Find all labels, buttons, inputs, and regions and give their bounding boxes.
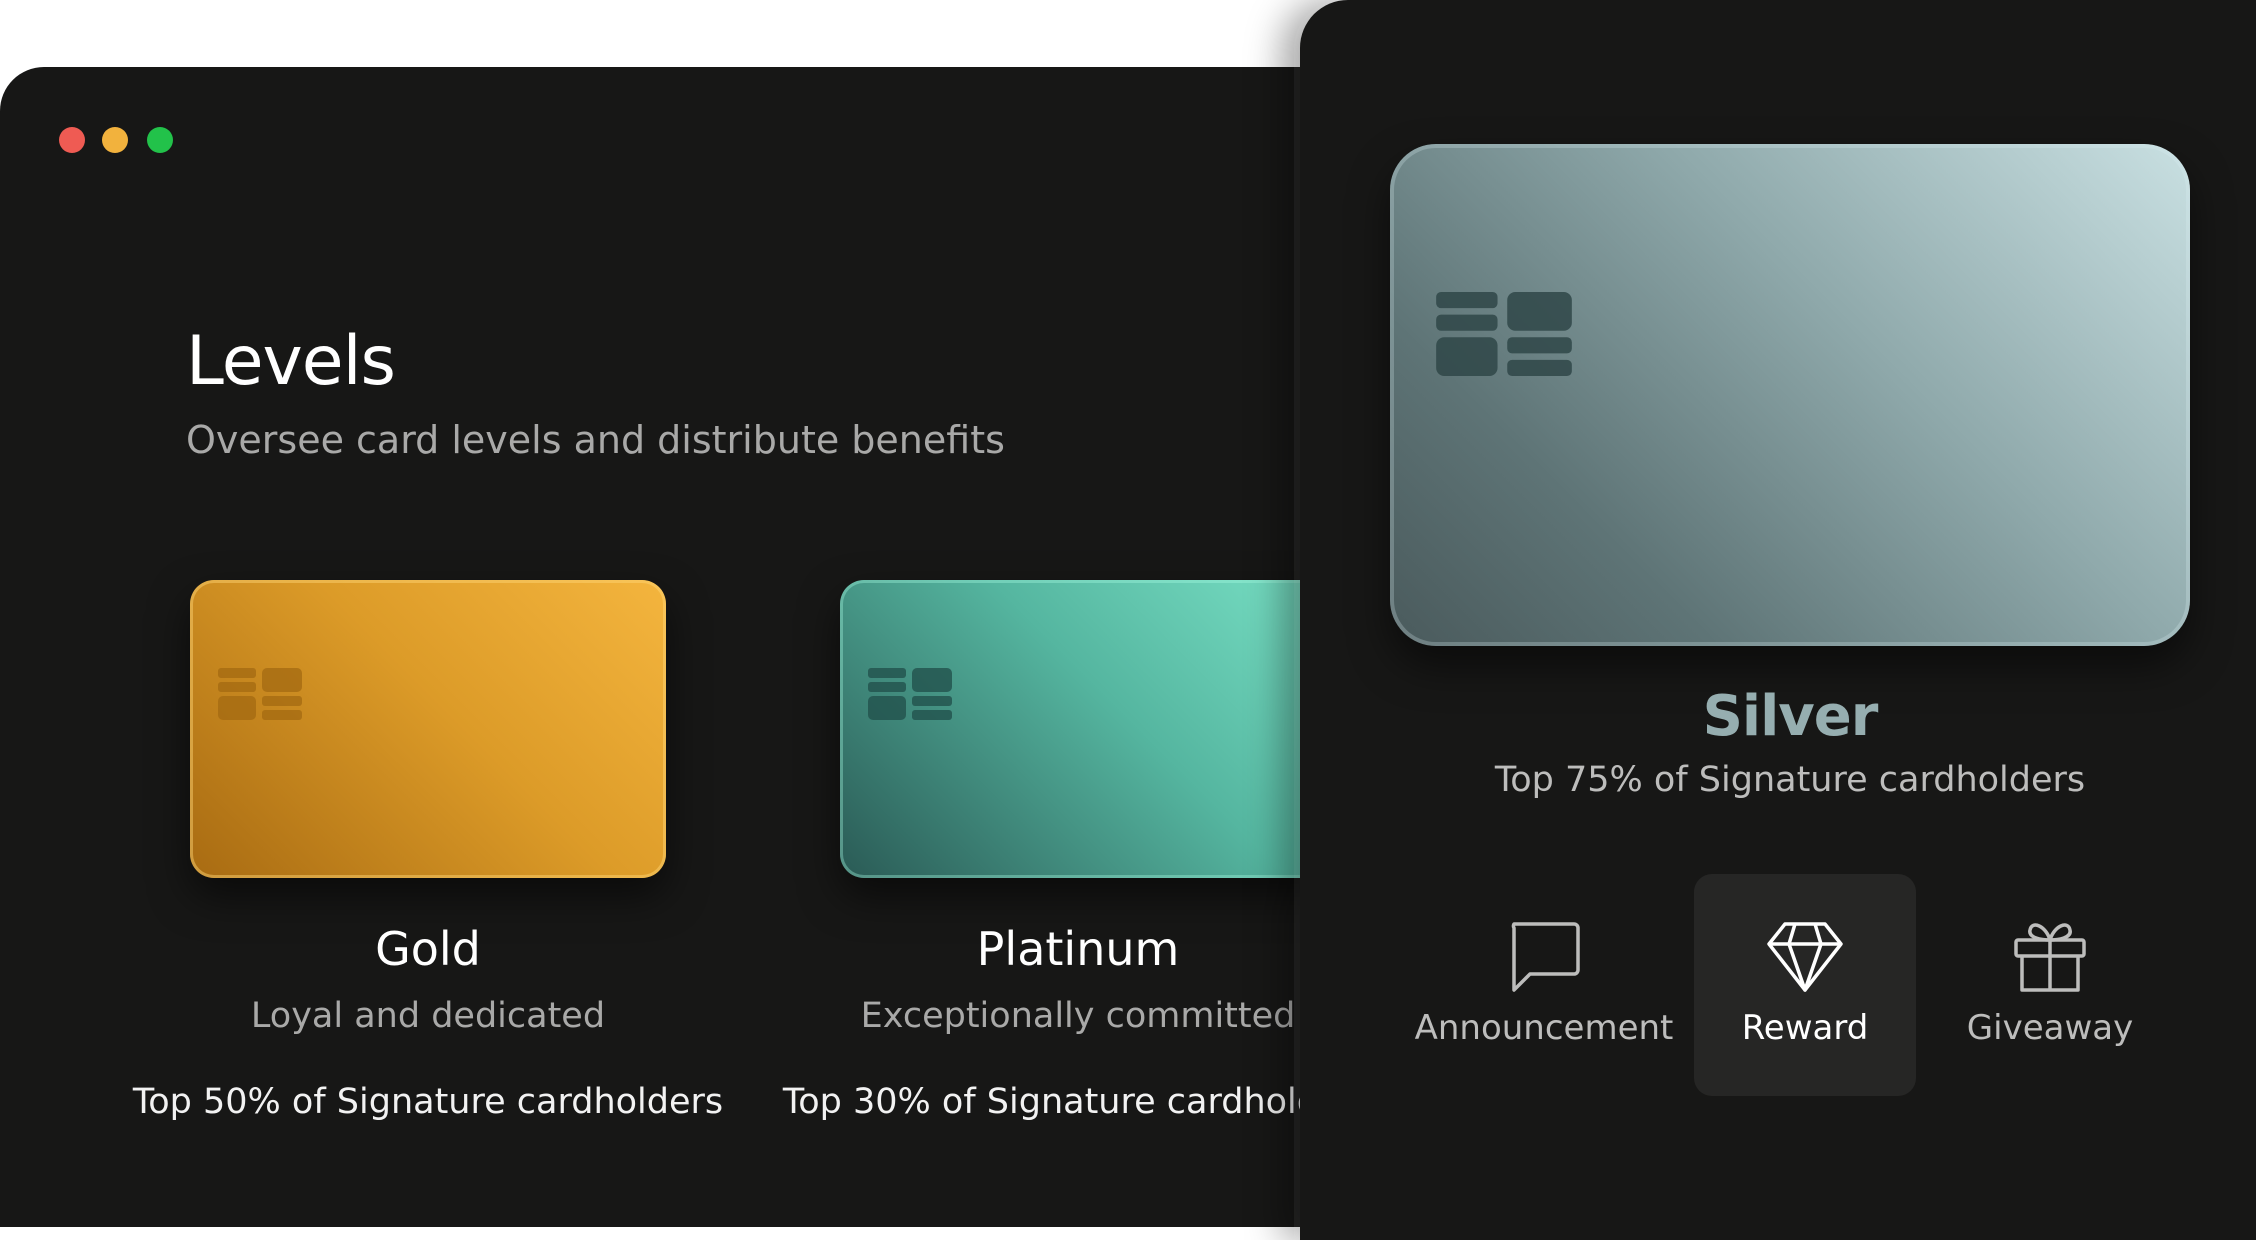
silver-level-rank: Top 75% of Signature cardholders xyxy=(1494,760,2086,800)
announcement-button[interactable]: Announcement xyxy=(1415,874,1673,1096)
platinum-card[interactable] xyxy=(840,580,1360,878)
platinum-level-tagline: Exceptionally committed xyxy=(860,996,1296,1036)
page-subtitle: Oversee card levels and distribute benef… xyxy=(186,418,1005,462)
silver-card[interactable] xyxy=(1390,144,2190,646)
window-maximize-button[interactable] xyxy=(147,127,173,153)
giveaway-label: Giveaway xyxy=(1966,1008,2134,1048)
reward-button[interactable]: Reward xyxy=(1694,874,1916,1096)
gold-level-rank: Top 50% of Signature cardholders xyxy=(132,1082,724,1122)
silver-level-name: Silver xyxy=(1702,684,1879,749)
diamond-icon xyxy=(1767,922,1843,992)
page-title: Levels xyxy=(186,322,396,401)
gold-level-name: Gold xyxy=(375,922,481,976)
gold-level-tagline: Loyal and dedicated xyxy=(250,996,606,1036)
chat-bubble-icon xyxy=(1511,922,1580,992)
giveaway-button[interactable]: Giveaway xyxy=(1939,874,2161,1096)
level-detail-panel: Silver Top 75% of Signature cardholders … xyxy=(1300,0,2256,1240)
card-chip-icon xyxy=(218,668,302,720)
gift-icon xyxy=(2014,923,2086,992)
platinum-level-name: Platinum xyxy=(976,922,1180,976)
announcement-label: Announcement xyxy=(1414,1008,1674,1048)
window-close-button[interactable] xyxy=(59,127,85,153)
card-chip-icon xyxy=(1436,292,1572,376)
card-chip-icon xyxy=(868,668,952,720)
window-minimize-button[interactable] xyxy=(102,127,128,153)
gold-card[interactable] xyxy=(190,580,666,878)
